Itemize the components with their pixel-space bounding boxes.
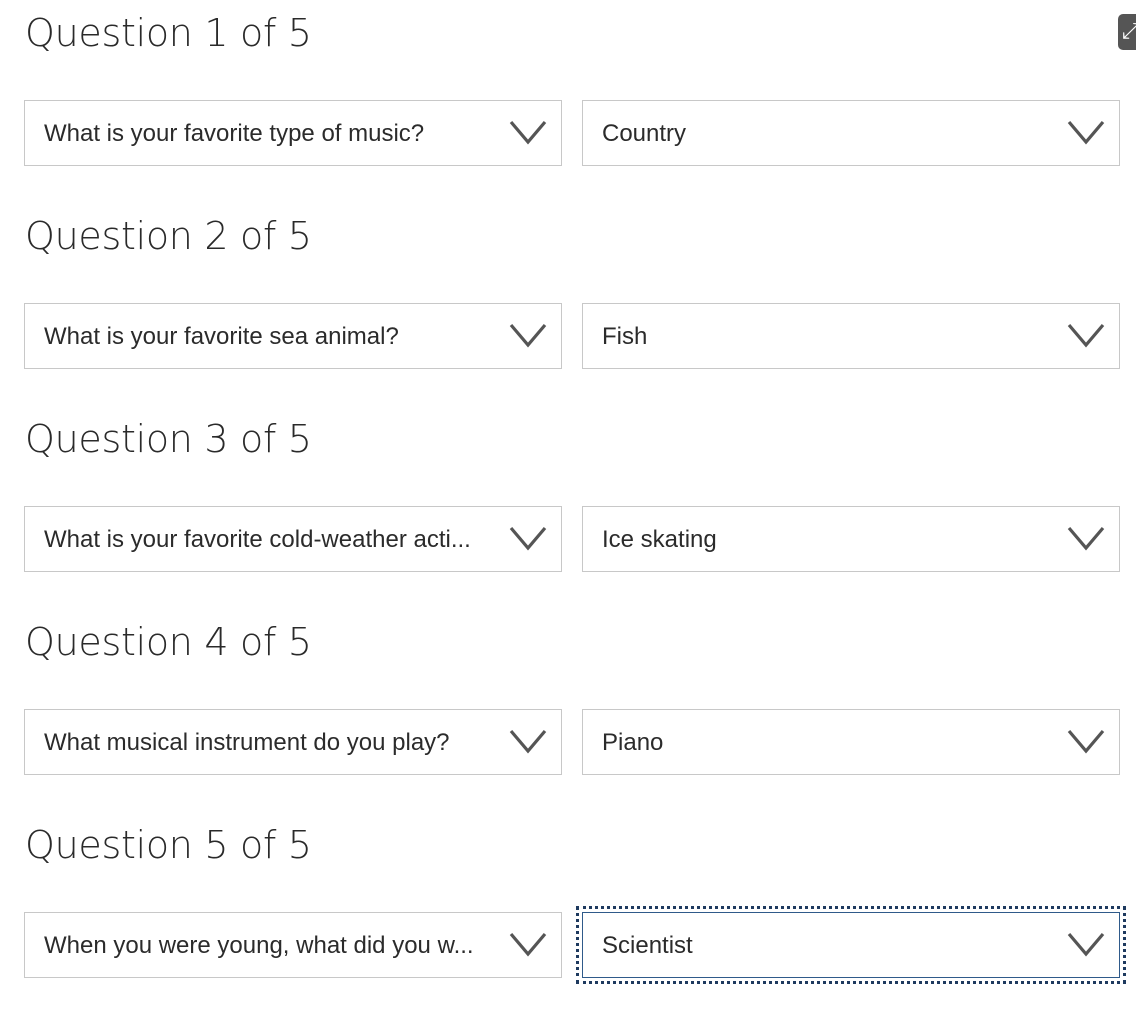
answer-select-value: Country <box>602 120 687 147</box>
answer-select[interactable]: Fish <box>582 303 1120 369</box>
chevron-down-icon <box>1067 323 1105 349</box>
question-select[interactable]: What is your favorite cold-weather acti.… <box>24 506 562 572</box>
answer-select-value: Ice skating <box>602 526 717 553</box>
question-title: Question 4 of 5 <box>25 620 312 664</box>
question-row: What is your favorite sea animal? Fish <box>24 303 1120 371</box>
answer-select[interactable]: Scientist <box>576 906 1126 984</box>
expand-icon: ⤢ <box>1122 18 1136 43</box>
chevron-down-icon <box>509 932 547 958</box>
chevron-down-icon <box>1067 729 1105 755</box>
chevron-down-icon <box>1067 932 1105 958</box>
question-2: Question 2 of 5 What is your favorite se… <box>24 203 1120 406</box>
question-row: What is your favorite type of music? Cou… <box>24 100 1120 168</box>
question-select[interactable]: When you were young, what did you w... <box>24 912 562 978</box>
question-title: Question 2 of 5 <box>25 214 312 258</box>
question-select[interactable]: What is your favorite type of music? <box>24 100 562 166</box>
question-select[interactable]: What is your favorite sea animal? <box>24 303 562 369</box>
question-select-value: What is your favorite type of music? <box>44 120 425 147</box>
question-select-value: What is your favorite cold-weather acti.… <box>44 526 471 553</box>
answer-select-value: Fish <box>602 323 648 350</box>
question-select-value: What is your favorite sea animal? <box>44 323 399 350</box>
answer-select-value: Piano <box>602 729 664 756</box>
question-title: Question 5 of 5 <box>25 823 312 867</box>
answer-select[interactable]: Country <box>582 100 1120 166</box>
question-4: Question 4 of 5 What musical instrument … <box>24 609 1120 812</box>
question-5: Question 5 of 5 When you were young, wha… <box>24 812 1126 1015</box>
question-title: Question 3 of 5 <box>25 417 312 461</box>
chevron-down-icon <box>509 323 547 349</box>
question-row: When you were young, what did you w... S… <box>24 906 1126 984</box>
chevron-down-icon <box>1067 120 1105 146</box>
answer-select[interactable]: Piano <box>582 709 1120 775</box>
chevron-down-icon <box>509 120 547 146</box>
question-select-value: What musical instrument do you play? <box>44 729 450 756</box>
question-3: Question 3 of 5 What is your favorite co… <box>24 406 1120 609</box>
answer-select[interactable]: Ice skating <box>582 506 1120 572</box>
question-row: What musical instrument do you play? Pia… <box>24 709 1120 777</box>
chevron-down-icon <box>509 526 547 552</box>
answer-select-value: Scientist <box>602 932 693 959</box>
chevron-down-icon <box>509 729 547 755</box>
chevron-down-icon <box>1067 526 1105 552</box>
question-1: Question 1 of 5 What is your favorite ty… <box>24 0 1120 203</box>
expand-button[interactable]: ⤢ <box>1118 14 1136 50</box>
question-select[interactable]: What musical instrument do you play? <box>24 709 562 775</box>
security-questions-form: Question 1 of 5 What is your favorite ty… <box>24 0 1126 1015</box>
question-select-value: When you were young, what did you w... <box>44 932 474 959</box>
question-title: Question 1 of 5 <box>25 11 312 55</box>
question-row: What is your favorite cold-weather acti.… <box>24 506 1120 574</box>
